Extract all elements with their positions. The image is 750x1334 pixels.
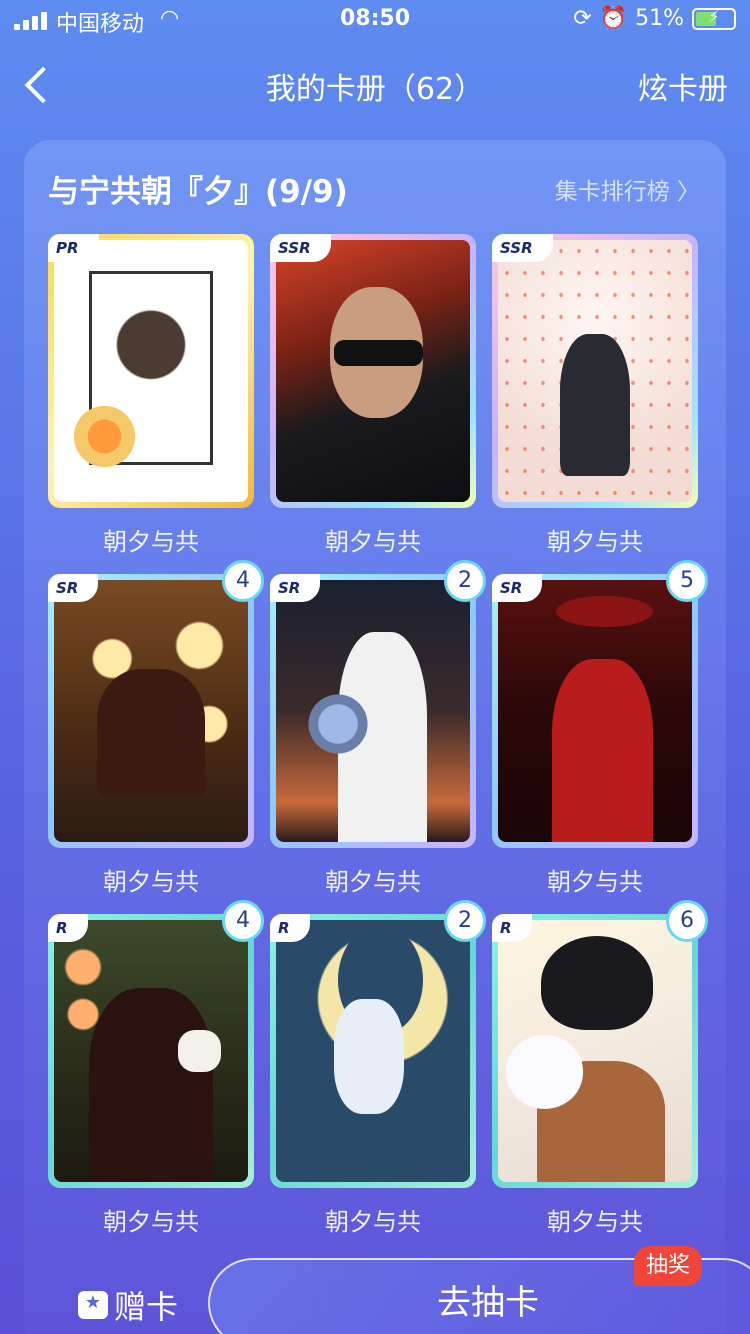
card-artwork <box>54 240 248 502</box>
card-name: 朝夕与共 <box>547 1208 643 1236</box>
card-artwork <box>54 580 248 842</box>
gift-card-label: 赠卡 <box>114 1288 179 1326</box>
card-artwork <box>498 580 692 842</box>
card-item[interactable]: SSR 朝夕与共 <box>270 234 476 557</box>
card-name: 朝夕与共 <box>103 1208 199 1236</box>
card-frame[interactable]: PR <box>48 234 254 508</box>
status-right: ⟳ ⏰ 51% ⚡ <box>573 6 736 31</box>
rotation-lock-icon: ⟳ <box>573 6 592 31</box>
card-item[interactable]: SSR 朝夕与共 <box>492 234 698 557</box>
card-frame[interactable]: SR 4 <box>48 560 264 848</box>
gift-card-button[interactable]: 赠卡 <box>78 1282 178 1328</box>
card-count-badge: 6 <box>666 900 708 942</box>
card-name: 朝夕与共 <box>547 528 643 556</box>
card-artwork <box>276 580 470 842</box>
card-item[interactable]: R 6 朝夕与共 <box>492 900 708 1237</box>
card-name: 朝夕与共 <box>325 1208 421 1236</box>
rarity-badge: SSR <box>492 234 553 262</box>
nav-bar: 我的卡册（62） 炫卡册 <box>0 50 750 120</box>
card-count-badge: 2 <box>444 900 486 942</box>
card-frame[interactable]: R 4 <box>48 900 264 1188</box>
card-frame[interactable]: SSR <box>270 234 476 508</box>
card-item[interactable]: R 4 朝夕与共 <box>48 900 264 1237</box>
card-name: 朝夕与共 <box>325 528 421 556</box>
card-artwork <box>276 240 470 502</box>
card-name: 朝夕与共 <box>103 528 199 556</box>
rarity-badge: SSR <box>270 234 331 262</box>
card-item[interactable]: PR 朝夕与共 <box>48 234 254 557</box>
rarity-badge: SR <box>270 574 321 602</box>
rarity-badge: SR <box>48 574 99 602</box>
lottery-badge[interactable]: 抽奖 <box>634 1246 703 1286</box>
card-item[interactable]: SR 2 朝夕与共 <box>270 560 486 897</box>
card-frame[interactable]: SR 5 <box>492 560 708 848</box>
battery-icon: ⚡ <box>692 7 736 30</box>
show-album-button[interactable]: 炫卡册 <box>638 64 728 108</box>
status-bar: 中国移动 ◠ 08:50 ⟳ ⏰ 51% ⚡ <box>0 0 750 40</box>
card-frame[interactable]: SR 2 <box>270 560 486 848</box>
card-count-badge: 2 <box>444 560 486 602</box>
battery-percent: 51% <box>635 6 684 31</box>
card-artwork <box>276 920 470 1182</box>
card-name: 朝夕与共 <box>547 868 643 896</box>
gift-card-icon <box>78 1291 108 1319</box>
card-artwork <box>498 240 692 502</box>
card-count-badge: 4 <box>222 560 264 602</box>
card-item[interactable]: R 2 朝夕与共 <box>270 900 486 1237</box>
card-item[interactable]: SR 4 朝夕与共 <box>48 560 264 897</box>
ranking-link[interactable]: 集卡排行榜 〉 <box>555 172 700 206</box>
card-artwork <box>498 920 692 1182</box>
card-name: 朝夕与共 <box>103 868 199 896</box>
rarity-badge: SR <box>492 574 543 602</box>
card-frame[interactable]: R 6 <box>492 900 708 1188</box>
rarity-badge: PR <box>48 234 99 262</box>
card-count-badge: 4 <box>222 900 264 942</box>
card-name: 朝夕与共 <box>325 868 421 896</box>
card-count-badge: 5 <box>666 560 708 602</box>
card-artwork <box>54 920 248 1182</box>
card-item[interactable]: SR 5 朝夕与共 <box>492 560 708 897</box>
card-frame[interactable]: SSR <box>492 234 698 508</box>
alarm-icon: ⏰ <box>599 6 628 31</box>
card-frame[interactable]: R 2 <box>270 900 486 1188</box>
album-title: 与宁共朝『夕』(9/9) <box>48 174 348 210</box>
